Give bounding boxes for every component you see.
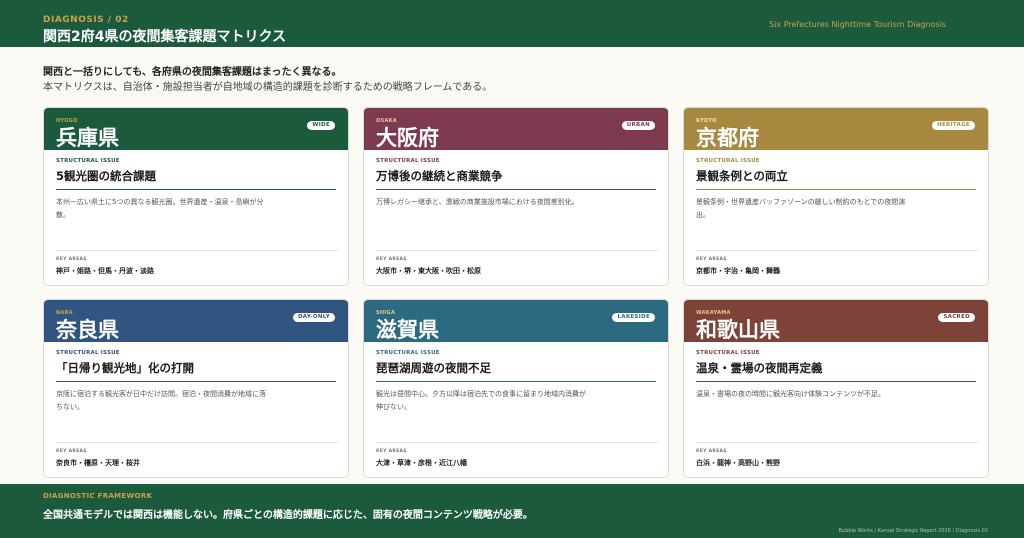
category-tag: WIDE [307, 121, 335, 130]
category-tag: LAKESIDE [612, 313, 655, 322]
key-areas: 京都市・宇治・亀岡・舞鶴 [696, 267, 780, 275]
category-tag: SACRED [938, 313, 975, 322]
key-areas-label: KEY AREAS [696, 257, 727, 262]
issue-title: 5観光圏の統合課題 [56, 169, 157, 183]
pref-name: 奈良県 [56, 317, 119, 342]
header-subtitle: Six Prefectures Nighttime Tourism Diagno… [769, 20, 946, 29]
pref-name: 大阪府 [376, 125, 439, 150]
card-band: HYOGO 兵庫県 WIDE [44, 108, 348, 150]
pref-english: HYOGO [56, 118, 78, 124]
pref-english: KYOTO [696, 118, 717, 124]
pref-english: NARA [56, 310, 73, 316]
key-areas-label: KEY AREAS [696, 449, 727, 454]
issue-description: 観光は昼間中心。夕方以降は宿泊先での食事に留まり地域内消費が伸びない。 [376, 390, 586, 411]
issue-title: 温泉・霊場の夜間再定義 [696, 361, 823, 375]
pref-name: 和歌山県 [696, 317, 780, 342]
category-tag: HERITAGE [932, 121, 975, 130]
card-kyoto: KYOTO 京都府 HERITAGE STRUCTURAL ISSUE 景観条例… [683, 107, 989, 286]
structural-issue-label: STRUCTURAL ISSUE [376, 350, 440, 356]
footer-kicker: DIAGNOSTIC FRAMEWORK [43, 492, 153, 500]
card-hyogo: HYOGO 兵庫県 WIDE STRUCTURAL ISSUE 5観光圏の統合課… [43, 107, 349, 286]
card-band: KYOTO 京都府 HERITAGE [684, 108, 988, 150]
footer-bar: DIAGNOSTIC FRAMEWORK 全国共通モデルでは関西は機能しない。府… [0, 484, 1024, 538]
pref-english: WAKAYAMA [696, 310, 731, 316]
issue-title: 万博後の継続と商業競争 [376, 169, 503, 183]
key-areas-label: KEY AREAS [376, 257, 407, 262]
key-areas: 大津・草津・彦根・近江八幡 [376, 459, 467, 467]
key-areas-label: KEY AREAS [56, 449, 87, 454]
divider [376, 381, 656, 382]
issue-description: 万博レガシー継承と、激戦の商業施設市場における夜間差別化。 [376, 198, 579, 206]
issue-title: 「日帰り観光地」化の打開 [56, 361, 194, 375]
card-band: WAKAYAMA 和歌山県 SACRED [684, 300, 988, 342]
key-areas: 白浜・龍神・高野山・熊野 [696, 459, 780, 467]
intro-lead: 関西と一括りにしても、各府県の夜間集客課題はまったく異なる。 [43, 67, 342, 78]
category-tag: URBAN [621, 121, 655, 130]
category-tag: DAY-ONLY [292, 313, 335, 322]
key-areas: 神戸・姫路・但馬・丹波・淡路 [56, 267, 154, 275]
issue-description: 景観条例・世界遺産バッファゾーンの厳しい制約のもとでの夜間演出。 [696, 198, 906, 219]
pref-english: SHIGA [376, 310, 396, 316]
divider [696, 189, 976, 190]
header-bar: DIAGNOSIS / 02 関西2府4県の夜間集客課題マトリクス Six Pr… [0, 0, 1024, 47]
key-areas-label: KEY AREAS [376, 449, 407, 454]
structural-issue-label: STRUCTURAL ISSUE [376, 158, 440, 164]
structural-issue-label: STRUCTURAL ISSUE [56, 158, 120, 164]
issue-description: 本州一広い県土に5つの異なる観光圏。世界遺産・温泉・島嶼が分散。 [56, 198, 264, 219]
intro: 関西と一括りにしても、各府県の夜間集客課題はまったく異なる。 本マトリクスは、自… [43, 65, 983, 95]
pref-name: 京都府 [696, 125, 759, 150]
issue-description: 温泉・霊場の夜の時間に観光客向け体験コンテンツが不足。 [696, 390, 885, 398]
pref-name: 滋賀県 [376, 317, 439, 342]
intro-body: 本マトリクスは、自治体・施設担当者が自地域の構造的課題を診断するための戦略フレー… [43, 82, 493, 93]
page-title: 関西2府4県の夜間集客課題マトリクス [43, 29, 287, 45]
divider [56, 189, 336, 190]
issue-title: 景観条例との両立 [696, 169, 788, 183]
card-band: NARA 奈良県 DAY-ONLY [44, 300, 348, 342]
issue-description: 京阪に宿泊する観光客が日中だけ訪問。宿泊・夜間消費が地域に落ちない。 [56, 390, 266, 411]
divider [696, 381, 976, 382]
card-wakayama: WAKAYAMA 和歌山県 SACRED STRUCTURAL ISSUE 温泉… [683, 299, 989, 478]
card-shiga: SHIGA 滋賀県 LAKESIDE STRUCTURAL ISSUE 琵琶湖周… [363, 299, 669, 478]
card-band: OSAKA 大阪府 URBAN [364, 108, 668, 150]
key-areas: 奈良市・橿原・天理・桜井 [56, 459, 140, 467]
footer-credit: Bubble Works / Kansai Strategic Report 2… [838, 528, 988, 534]
divider [56, 381, 336, 382]
section-kicker: DIAGNOSIS / 02 [43, 15, 129, 25]
key-areas-label: KEY AREAS [56, 257, 87, 262]
card-nara: NARA 奈良県 DAY-ONLY STRUCTURAL ISSUE 「日帰り観… [43, 299, 349, 478]
structural-issue-label: STRUCTURAL ISSUE [696, 158, 760, 164]
pref-english: OSAKA [376, 118, 397, 124]
footer-conclusion: 全国共通モデルでは関西は機能しない。府県ごとの構造的課題に応じた、固有の夜間コン… [43, 510, 533, 521]
key-areas: 大阪市・堺・東大阪・吹田・松原 [376, 267, 481, 275]
structural-issue-label: STRUCTURAL ISSUE [56, 350, 120, 356]
structural-issue-label: STRUCTURAL ISSUE [696, 350, 760, 356]
pref-name: 兵庫県 [56, 125, 119, 150]
issue-title: 琵琶湖周遊の夜間不足 [376, 361, 491, 375]
card-osaka: OSAKA 大阪府 URBAN STRUCTURAL ISSUE 万博後の継続と… [363, 107, 669, 286]
card-band: SHIGA 滋賀県 LAKESIDE [364, 300, 668, 342]
divider [376, 189, 656, 190]
